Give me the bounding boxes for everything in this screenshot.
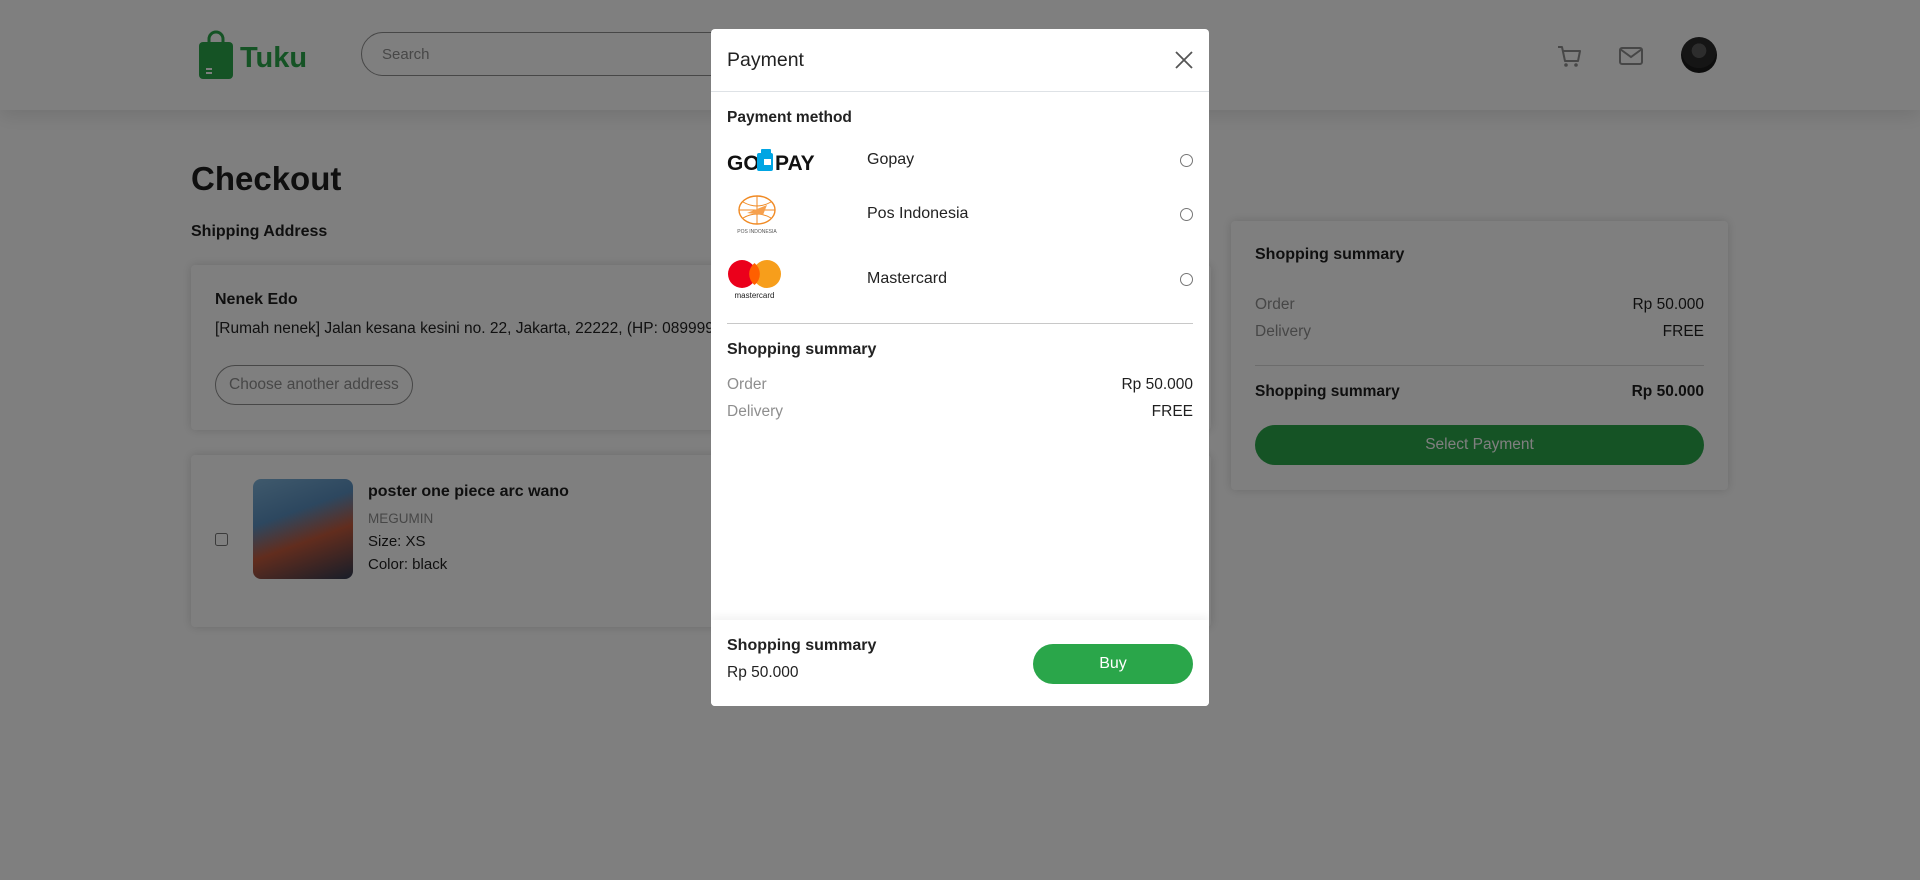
buy-button[interactable]: Buy bbox=[1033, 644, 1193, 684]
modal-divider bbox=[727, 323, 1193, 324]
order-label: Order bbox=[727, 376, 767, 393]
modal-footer: Shopping summary Rp 50.000 Buy bbox=[711, 620, 1209, 706]
modal-summary-title: Shopping summary bbox=[727, 341, 877, 358]
modal-order-row: Order Rp 50.000 bbox=[727, 376, 1193, 394]
pos-indonesia-logo: POS INDONESIA bbox=[737, 195, 777, 235]
payment-option-gopay[interactable]: GO PAY Gopay bbox=[727, 139, 1193, 183]
payment-option-label: Gopay bbox=[867, 151, 915, 168]
mastercard-logo-caption: mastercard bbox=[734, 291, 774, 300]
gopay-logo: GO PAY bbox=[727, 149, 815, 175]
payment-modal: Payment Payment method GO PAY Gopay POS … bbox=[711, 29, 1209, 706]
payment-option-pos-indonesia[interactable]: POS INDONESIA Pos Indonesia bbox=[727, 193, 1193, 237]
modal-title: Payment bbox=[727, 49, 804, 71]
footer-total-price: Rp 50.000 bbox=[727, 664, 799, 681]
payment-option-mastercard[interactable]: mastercard Mastercard bbox=[727, 257, 1193, 301]
payment-option-label: Mastercard bbox=[867, 270, 948, 287]
delivery-label: Delivery bbox=[727, 403, 783, 420]
close-icon[interactable] bbox=[1174, 50, 1194, 70]
modal-header: Payment bbox=[711, 29, 1209, 92]
mastercard-radio[interactable] bbox=[1180, 273, 1193, 286]
order-value: Rp 50.000 bbox=[1121, 376, 1193, 393]
svg-text:GO: GO bbox=[727, 152, 760, 175]
payment-option-label: Pos Indonesia bbox=[867, 205, 969, 222]
svg-text:PAY: PAY bbox=[775, 152, 815, 175]
payment-method-label: Payment method bbox=[727, 109, 852, 126]
pos-indonesia-radio[interactable] bbox=[1180, 208, 1193, 221]
gopay-radio[interactable] bbox=[1180, 154, 1193, 167]
pos-indonesia-logo-caption: POS INDONESIA bbox=[737, 229, 777, 235]
footer-summary-title: Shopping summary bbox=[727, 637, 877, 654]
modal-delivery-row: Delivery FREE bbox=[727, 403, 1193, 421]
delivery-value: FREE bbox=[1151, 403, 1193, 420]
mastercard-logo: mastercard bbox=[728, 260, 781, 300]
